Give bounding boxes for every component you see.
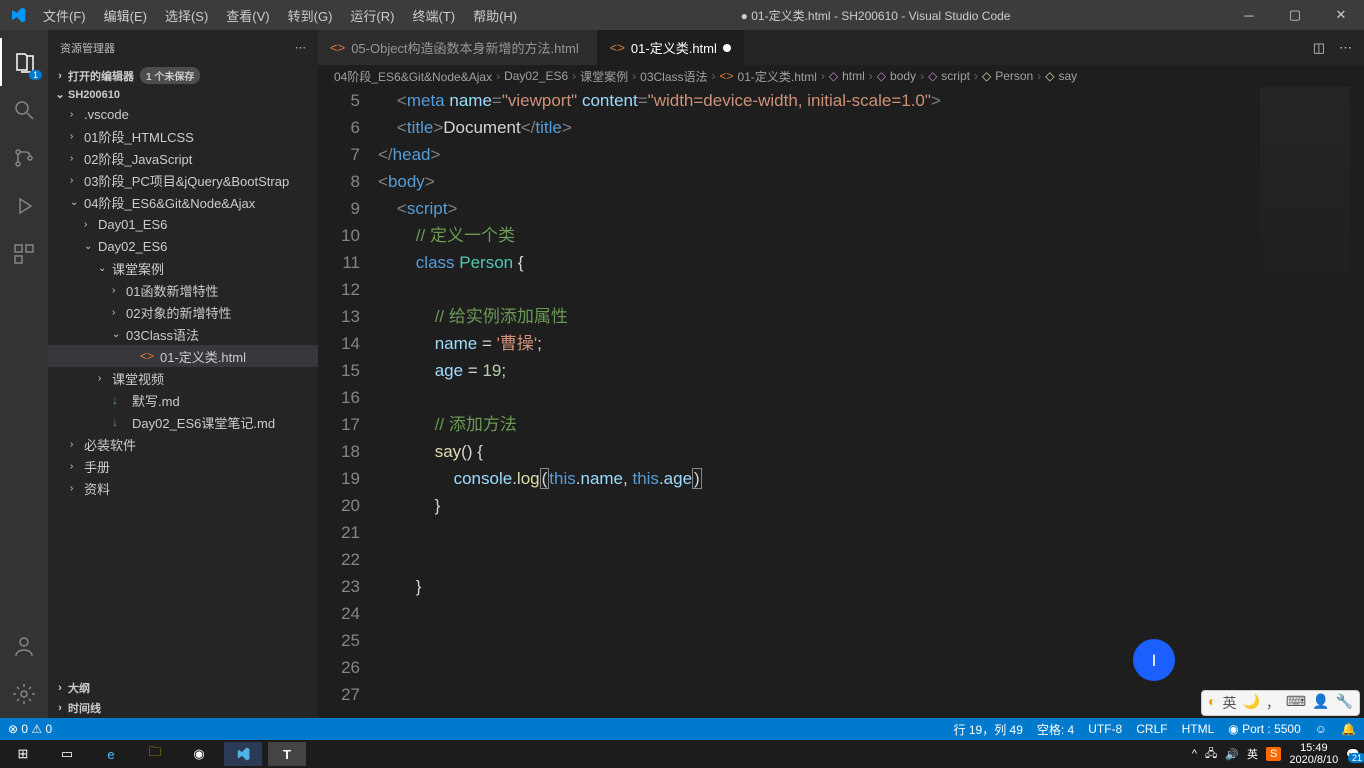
- tree-item[interactable]: ›02对象的新增特性: [48, 301, 318, 323]
- tree-item[interactable]: ⌄03Class语法: [48, 323, 318, 345]
- tray-network-icon[interactable]: 🖧: [1205, 745, 1217, 764]
- titlebar: 文件(F) 编辑(E) 选择(S) 查看(V) 转到(G) 运行(R) 终端(T…: [0, 0, 1364, 30]
- notifications-icon[interactable]: 🔔: [1341, 722, 1356, 736]
- menu-help[interactable]: 帮助(H): [465, 2, 525, 29]
- encoding[interactable]: UTF-8: [1088, 722, 1122, 736]
- breadcrumb[interactable]: 04阶段_ES6&Git&Node&Ajax›Day02_ES6›课堂案例›03…: [318, 65, 1364, 87]
- minimap[interactable]: [1260, 87, 1350, 317]
- taskbar: ⊞ ▭ e 🗀 ◉ T ^ 🖧 🔊 英 S 15:492020/8/10 💬21: [0, 740, 1364, 768]
- explorer-folder-icon[interactable]: 🗀: [136, 742, 174, 766]
- sidebar-header: 资源管理器 ⋯: [48, 30, 318, 65]
- edge-icon[interactable]: e: [92, 742, 130, 766]
- tree-item[interactable]: ›.vscode: [48, 103, 318, 125]
- menu-terminal[interactable]: 终端(T): [404, 2, 463, 29]
- start-button[interactable]: ⊞: [4, 742, 42, 766]
- menu-view[interactable]: 查看(V): [218, 2, 277, 29]
- menu-run[interactable]: 运行(R): [342, 2, 402, 29]
- html-file-icon: <>: [610, 40, 625, 55]
- file-tree: ›.vscode›01阶段_HTMLCSS›02阶段_JavaScript›03…: [48, 103, 318, 499]
- tree-item[interactable]: ›02阶段_JavaScript: [48, 147, 318, 169]
- close-button[interactable]: ✕: [1318, 0, 1364, 30]
- problems-status[interactable]: ⊗ 0 ⚠ 0: [8, 722, 52, 736]
- chrome-icon[interactable]: ◉: [180, 742, 218, 766]
- extensions-icon[interactable]: [0, 230, 48, 278]
- tray-notifications-icon[interactable]: 💬21: [1346, 748, 1360, 761]
- ime-toolbar[interactable]: ◐英🌙，⌨👤🔧: [1201, 690, 1360, 716]
- main-menu: 文件(F) 编辑(E) 选择(S) 查看(V) 转到(G) 运行(R) 终端(T…: [35, 2, 525, 29]
- tree-item[interactable]: <>01-定义类.html: [48, 345, 318, 367]
- activity-bar: 1: [0, 30, 48, 718]
- html-file-icon: <>: [330, 40, 345, 55]
- dirty-indicator-icon: [723, 44, 731, 52]
- menu-edit[interactable]: 编辑(E): [96, 2, 155, 29]
- tree-item[interactable]: ›Day01_ES6: [48, 213, 318, 235]
- account-icon[interactable]: [0, 622, 48, 670]
- tree-item[interactable]: ⌄Day02_ES6: [48, 235, 318, 257]
- tray-sogou-icon[interactable]: S: [1266, 747, 1281, 761]
- more-actions-icon[interactable]: ⋯: [1339, 40, 1352, 56]
- tree-item[interactable]: ›01函数新增特性: [48, 279, 318, 301]
- code-editor[interactable]: 5678910111213141516171819202122232425262…: [318, 87, 1364, 718]
- tree-item[interactable]: ⌄课堂案例: [48, 257, 318, 279]
- tree-item[interactable]: ›手册: [48, 455, 318, 477]
- cursor-highlight-icon: I: [1133, 639, 1175, 681]
- tree-item[interactable]: ›课堂视频: [48, 367, 318, 389]
- minimize-button[interactable]: ─: [1226, 0, 1272, 30]
- tray-volume-icon[interactable]: 🔊: [1225, 748, 1239, 761]
- settings-icon[interactable]: [0, 670, 48, 718]
- indentation[interactable]: 空格: 4: [1037, 721, 1074, 738]
- window-title: ● 01-定义类.html - SH200610 - Visual Studio…: [525, 7, 1226, 24]
- tree-item[interactable]: ›03阶段_PC项目&jQuery&BootStrap: [48, 169, 318, 191]
- explorer-icon[interactable]: 1: [0, 38, 48, 86]
- eol[interactable]: CRLF: [1136, 722, 1167, 736]
- live-server-port[interactable]: ◉ Port : 5500: [1228, 722, 1301, 736]
- split-editor-icon[interactable]: ◫: [1313, 40, 1325, 56]
- tab-01-define-class[interactable]: <> 01-定义类.html: [598, 30, 744, 65]
- menu-goto[interactable]: 转到(G): [280, 2, 341, 29]
- feedback-icon[interactable]: ☺: [1315, 722, 1327, 736]
- tabs: <> 05-Object构造函数本身新增的方法.html <> 01-定义类.h…: [318, 30, 1364, 65]
- typora-icon[interactable]: T: [268, 742, 306, 766]
- tree-item[interactable]: ›01阶段_HTMLCSS: [48, 125, 318, 147]
- tray-clock[interactable]: 15:492020/8/10: [1289, 742, 1338, 766]
- editor-area: <> 05-Object构造函数本身新增的方法.html <> 01-定义类.h…: [318, 30, 1364, 718]
- tab-05-object[interactable]: <> 05-Object构造函数本身新增的方法.html: [318, 30, 598, 65]
- menu-file[interactable]: 文件(F): [35, 2, 94, 29]
- workspace-root[interactable]: ⌄SH200610: [48, 86, 318, 103]
- search-icon[interactable]: [0, 86, 48, 134]
- tree-item[interactable]: ›必装软件: [48, 433, 318, 455]
- more-icon[interactable]: ⋯: [295, 41, 306, 54]
- timeline-section[interactable]: ›时间线: [48, 698, 318, 718]
- debug-icon[interactable]: [0, 182, 48, 230]
- source-control-icon[interactable]: [0, 134, 48, 182]
- tray-up-icon[interactable]: ^: [1192, 748, 1197, 760]
- language-mode[interactable]: HTML: [1182, 722, 1215, 736]
- tray-ime[interactable]: 英: [1247, 746, 1258, 762]
- menu-select[interactable]: 选择(S): [157, 2, 216, 29]
- maximize-button[interactable]: ▢: [1272, 0, 1318, 30]
- tree-item[interactable]: ↓Day02_ES6课堂笔记.md: [48, 411, 318, 433]
- vscode-logo-icon: [0, 7, 35, 23]
- vscode-task-icon[interactable]: [224, 742, 262, 766]
- tree-item[interactable]: ⌄04阶段_ES6&Git&Node&Ajax: [48, 191, 318, 213]
- cursor-position[interactable]: 行 19，列 49: [954, 721, 1023, 738]
- statusbar: ⊗ 0 ⚠ 0 行 19，列 49 空格: 4 UTF-8 CRLF HTML …: [0, 718, 1364, 740]
- sidebar: 资源管理器 ⋯ ›打开的编辑器 1 个未保存 ⌄SH200610 ›.vscod…: [48, 30, 318, 718]
- tree-item[interactable]: ›资料: [48, 477, 318, 499]
- tree-item[interactable]: ↓默写.md: [48, 389, 318, 411]
- open-editors-section[interactable]: ›打开的编辑器 1 个未保存: [48, 65, 318, 86]
- task-view-icon[interactable]: ▭: [48, 742, 86, 766]
- outline-section[interactable]: ›大纲: [48, 678, 318, 698]
